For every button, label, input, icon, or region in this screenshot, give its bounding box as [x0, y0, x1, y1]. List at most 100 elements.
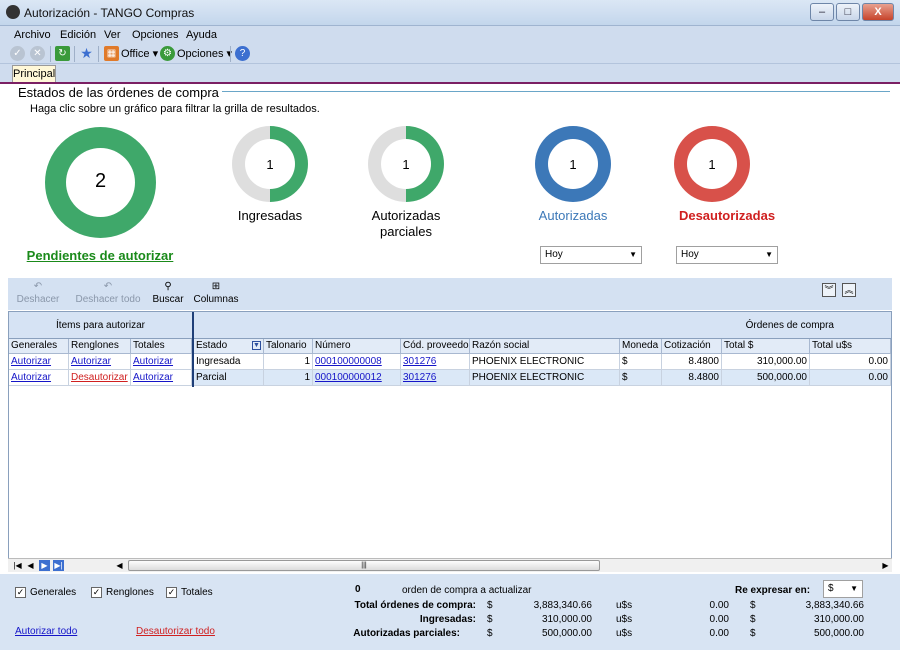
row1-numero-link[interactable]: 000100000008 — [313, 354, 401, 370]
col-cotizacion[interactable]: Cotización — [662, 339, 722, 354]
cancel-icon[interactable]: ✕ — [30, 46, 45, 61]
row1-total-pesos: 310,000.00 — [722, 354, 810, 370]
desautorizadas-label[interactable]: Desautorizadas — [652, 208, 802, 223]
col-cod-proveedor[interactable]: Cód. proveedor — [401, 339, 470, 354]
col-renglones[interactable]: Renglones — [69, 339, 131, 354]
menu-ayuda[interactable]: Ayuda — [186, 29, 217, 41]
app-icon[interactable] — [6, 5, 20, 19]
col-moneda[interactable]: Moneda — [620, 339, 662, 354]
scrollbar-thumb[interactable]: ||| — [128, 560, 600, 571]
prev-record-icon[interactable]: ◀ — [25, 560, 36, 571]
toolbar-separator — [230, 46, 231, 62]
total-parciales-cur2: u$s — [616, 628, 633, 639]
title-bar: Autorización - TANGO Compras — [0, 0, 900, 26]
reexpresar-select[interactable]: $ ▼ — [823, 580, 863, 598]
office-icon[interactable]: ▦ — [104, 46, 119, 61]
totales-checkbox[interactable]: ✓ — [166, 587, 177, 598]
total-ordenes-cur1: $ — [487, 600, 493, 611]
menu-archivo[interactable]: Archivo — [14, 29, 51, 41]
total-parciales-cur1: $ — [487, 628, 493, 639]
total-ingresadas-v3: 310,000.00 — [813, 614, 864, 625]
total-parciales-cur3: $ — [750, 628, 756, 639]
menu-opciones[interactable]: Opciones — [132, 29, 178, 41]
col-total-usd[interactable]: Total u$s — [810, 339, 891, 354]
pendientes-count: 2 — [94, 170, 107, 192]
filter-icon[interactable]: ▼ — [252, 341, 261, 350]
chevron-down-icon: ▼ — [850, 584, 858, 593]
gear-icon[interactable]: ⚙ — [160, 46, 175, 61]
col-totales[interactable]: Totales — [131, 339, 192, 354]
help-icon[interactable]: ? — [235, 46, 250, 61]
ingresadas-count: 1 — [266, 157, 274, 172]
toolbar-separator — [50, 46, 51, 62]
col-numero[interactable]: Número — [313, 339, 401, 354]
collapse-down-icon[interactable]: ︾ — [822, 283, 836, 297]
row1-talonario: 1 — [264, 354, 313, 370]
menu-ver[interactable]: Ver — [104, 29, 121, 41]
row2-generales-link[interactable]: Autorizar — [9, 370, 69, 386]
expand-up-icon[interactable]: ︽ — [842, 283, 856, 297]
deshacer-button[interactable]: ↶ Deshacer — [14, 281, 62, 306]
autorizadas-parciales-label-2[interactable]: parciales — [346, 224, 466, 239]
col-talonario[interactable]: Talonario — [264, 339, 313, 354]
renglones-checkbox[interactable]: ✓ — [91, 587, 102, 598]
check-icon[interactable]: ✓ — [10, 46, 25, 61]
row1-totales-link[interactable]: Autorizar — [131, 354, 192, 370]
scroll-right-icon[interactable]: ▶ — [880, 560, 891, 571]
minimize-button[interactable]: – — [810, 3, 834, 21]
total-parciales-v1: 500,000.00 — [541, 628, 592, 639]
first-record-icon[interactable]: |◀ — [12, 560, 23, 571]
next-record-icon[interactable]: ▶ — [39, 560, 50, 571]
col-generales[interactable]: Generales — [9, 339, 69, 354]
toolbar-separator — [74, 46, 75, 62]
row1-proveedor-link[interactable]: 301276 — [401, 354, 470, 370]
autorizadas-parciales-count: 1 — [402, 157, 410, 172]
row2-total-usd: 0.00 — [810, 370, 891, 386]
columnas-button[interactable]: ⊞ Columnas — [192, 282, 240, 306]
last-record-icon[interactable]: ▶| — [53, 560, 64, 571]
refresh-icon[interactable]: ↻ — [55, 46, 70, 61]
row1-generales-link[interactable]: Autorizar — [9, 354, 69, 370]
buscar-button[interactable]: ⚲ Buscar — [148, 281, 188, 306]
undo-icon: ↶ — [33, 281, 43, 292]
scroll-left-icon[interactable]: ◀ — [114, 560, 125, 571]
pendientes-label[interactable]: Pendientes de autorizar — [10, 248, 190, 263]
autorizar-todo-link[interactable]: Autorizar todo — [15, 626, 77, 637]
opciones-menu-button[interactable]: Opciones ▾ — [177, 47, 232, 60]
row2-renglones-link[interactable]: Desautorizar — [69, 370, 131, 386]
chevron-down-icon: ▼ — [765, 250, 773, 259]
desautorizadas-period-select[interactable]: Hoy ▼ — [676, 246, 778, 264]
row2-numero-link[interactable]: 000100000012 — [313, 370, 401, 386]
row2-talonario: 1 — [264, 370, 313, 386]
close-button[interactable]: X — [862, 3, 894, 21]
total-ordenes-cur3: $ — [750, 600, 756, 611]
office-menu-button[interactable]: Office ▾ — [121, 47, 158, 60]
row2-total-pesos: 500,000.00 — [722, 370, 810, 386]
autorizadas-period-select[interactable]: Hoy ▼ — [540, 246, 642, 264]
total-ordenes-cur2: u$s — [616, 600, 633, 611]
deshacer-todo-button[interactable]: ↶ Deshacer todo — [70, 282, 146, 306]
row1-renglones-link[interactable]: Autorizar — [69, 354, 131, 370]
col-total-pesos[interactable]: Total $ — [722, 339, 810, 354]
col-razon-social[interactable]: Razón social — [470, 339, 620, 354]
row1-total-usd: 0.00 — [810, 354, 891, 370]
autorizadas-parciales-label-1[interactable]: Autorizadas — [346, 208, 466, 223]
generales-checkbox[interactable]: ✓ — [15, 587, 26, 598]
maximize-button[interactable]: □ — [836, 3, 860, 21]
window-title: Autorización - TANGO Compras — [24, 6, 195, 20]
total-ingresadas-cur2: u$s — [616, 614, 633, 625]
row2-totales-link[interactable]: Autorizar — [131, 370, 192, 386]
ingresadas-label[interactable]: Ingresadas — [220, 208, 320, 223]
binoculars-icon: ⚲ — [164, 281, 172, 292]
tab-principal[interactable]: Principal — [12, 65, 56, 83]
menu-edicion[interactable]: Edición — [60, 29, 96, 41]
autorizadas-label[interactable]: Autorizadas — [513, 208, 633, 223]
chevron-down-icon: ▼ — [629, 250, 637, 259]
row2-proveedor-link[interactable]: 301276 — [401, 370, 470, 386]
total-ordenes-label: Total órdenes de compra: — [354, 600, 476, 611]
desautorizar-todo-link[interactable]: Desautorizar todo — [136, 626, 215, 637]
menu-bar: Archivo Edición Ver Opciones Ayuda — [0, 26, 900, 44]
col-estado[interactable]: Estado ▼ — [194, 339, 264, 354]
row1-moneda: $ — [620, 354, 662, 370]
star-icon[interactable]: ★ — [79, 46, 94, 61]
